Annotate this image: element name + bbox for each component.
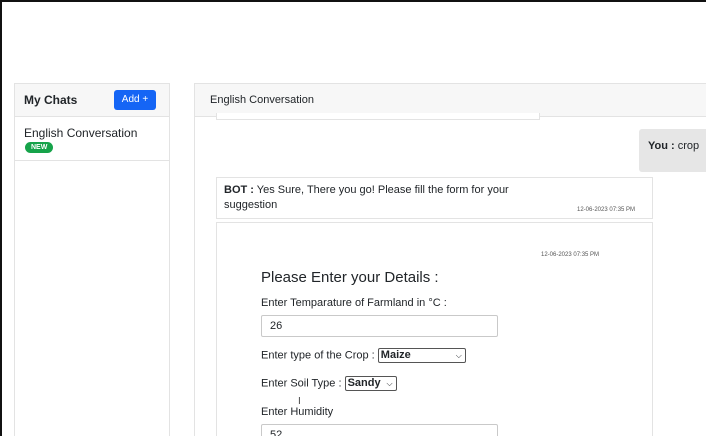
- chat-list-item[interactable]: English Conversation NEW: [14, 117, 170, 161]
- humidity-label: Enter Humidity: [261, 406, 334, 418]
- details-form: 12-06-2023 07:35 PM Please Enter your De…: [216, 222, 653, 436]
- bot-speaker: BOT :: [224, 184, 254, 196]
- crop-field: Enter type of the Crop : Maize ⌵: [261, 348, 466, 363]
- user-text: crop: [674, 140, 700, 152]
- add-chat-button[interactable]: Add +: [114, 90, 156, 110]
- temperature-label: Enter Temparature of Farmland in °C :: [261, 297, 447, 309]
- humidity-input[interactable]: 52: [261, 424, 498, 436]
- bot-message-text: BOT : Yes Sure, There you go! Please fil…: [224, 183, 564, 213]
- user-speaker: You :: [648, 140, 675, 152]
- soil-select[interactable]: Sandy ⌵: [344, 376, 397, 391]
- form-title: Please Enter your Details :: [261, 269, 439, 286]
- conversation-title: English Conversation: [210, 94, 314, 106]
- chevron-down-icon: ⌵: [386, 379, 393, 388]
- form-timestamp: 12-06-2023 07:35 PM: [541, 252, 600, 258]
- conversation-header: English Conversation: [194, 83, 706, 117]
- bot-message: BOT : Yes Sure, There you go! Please fil…: [216, 177, 653, 219]
- my-chats-header: My Chats Add +: [14, 83, 170, 117]
- temperature-input[interactable]: 26: [261, 315, 498, 337]
- soil-label: Enter Soil Type :: [261, 377, 342, 390]
- crop-select[interactable]: Maize ⌵: [377, 348, 466, 363]
- app-window: My Chats Add + English Conversation NEW …: [0, 0, 706, 436]
- my-chats-title: My Chats: [24, 93, 78, 107]
- bot-message-timestamp: 12-06-2023 07:35 PM: [577, 207, 636, 213]
- chat-name: English Conversation: [24, 126, 138, 140]
- soil-select-value: Sandy: [347, 377, 381, 389]
- user-message-text: You : crop: [648, 140, 699, 152]
- text-cursor-icon: I: [298, 396, 301, 407]
- sidebar-panel: [14, 161, 170, 436]
- bot-text: Yes Sure, There you go! Please fill the …: [224, 184, 509, 211]
- new-badge: NEW: [25, 142, 54, 153]
- previous-message-edge: [216, 113, 540, 120]
- user-message: You : crop: [639, 129, 706, 172]
- chevron-down-icon: ⌵: [455, 351, 462, 360]
- soil-field: Enter Soil Type : Sandy ⌵: [261, 376, 397, 391]
- crop-select-value: Maize: [380, 349, 411, 361]
- crop-label: Enter type of the Crop :: [261, 349, 375, 362]
